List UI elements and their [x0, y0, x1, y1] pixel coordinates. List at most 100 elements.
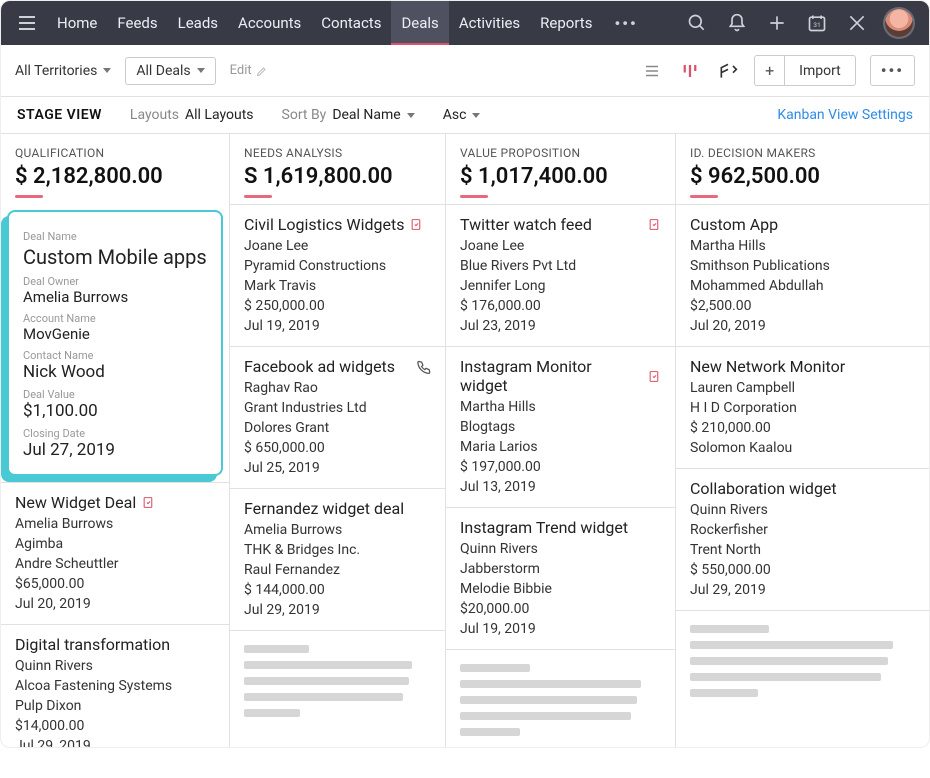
deal-card-line: Amelia Burrows: [244, 522, 431, 538]
nav-item-activities[interactable]: Activities: [449, 1, 530, 45]
loading-skeleton: [230, 630, 445, 739]
deal-card-line: Jul 19, 2019: [460, 621, 661, 637]
nav-item-leads[interactable]: Leads: [168, 1, 228, 45]
more-actions-button[interactable]: •••: [870, 55, 915, 86]
sortby-dropdown[interactable]: Sort By Deal Name: [282, 107, 415, 123]
deal-card-line: $ 176,000.00: [460, 298, 661, 314]
column-header: NEEDS ANALYSISS 1,619,800.00: [230, 134, 445, 204]
chevron-down-icon: [103, 68, 111, 73]
deal-card[interactable]: Facebook ad widgetsRaghav RaoGrant Indus…: [230, 346, 445, 488]
deal-card-line: Mohammed Abdullah: [690, 278, 915, 294]
list-view-icon[interactable]: [640, 59, 664, 83]
nav-item-deals[interactable]: Deals: [391, 1, 448, 45]
deal-card-line: $ 650,000.00: [244, 440, 431, 456]
deal-card-line: Martha Hills: [460, 399, 661, 415]
nav-item-accounts[interactable]: Accounts: [228, 1, 311, 45]
deal-card-line: Amelia Burrows: [15, 516, 215, 532]
deal-card-line: THK & Bridges Inc.: [244, 542, 431, 558]
stage-name: QUALIFICATION: [15, 146, 215, 160]
deal-card-line: $20,000.00: [460, 601, 661, 617]
top-navbar: HomeFeedsLeadsAccountsContactsDealsActiv…: [1, 1, 929, 45]
deal-card-line: $ 144,000.00: [244, 582, 431, 598]
deal-card-line: Quinn Rivers: [460, 541, 661, 557]
nav-item-reports[interactable]: Reports: [530, 1, 602, 45]
calendar-icon[interactable]: 31: [799, 5, 835, 41]
column-header: QUALIFICATION $ 2,182,800.00: [1, 134, 229, 204]
deal-card-line: $14,000.00: [15, 718, 215, 734]
kanban-settings-link[interactable]: Kanban View Settings: [777, 107, 913, 123]
nav-more-button[interactable]: •••: [606, 14, 645, 33]
kanban-column: VALUE PROPOSITION$ 1,017,400.00Twitter w…: [445, 134, 675, 747]
kanban-view-icon[interactable]: [678, 59, 702, 83]
deal-card-line: Jul 13, 2019: [460, 479, 661, 495]
deal-card[interactable]: New Widget Deal Amelia BurrowsAgimbaAndr…: [1, 482, 229, 624]
deal-card[interactable]: Digital transformation Quinn Rivers Alcoa …: [1, 624, 229, 747]
deal-card-line: Mark Travis: [244, 278, 431, 294]
edit-button[interactable]: Edit: [230, 63, 268, 78]
stage-amount: $ 2,182,800.00: [15, 164, 215, 189]
deal-card-line: Jul 20, 2019: [690, 318, 915, 334]
deal-card-line: Dolores Grant: [244, 420, 431, 436]
deal-title: Fernandez widget deal: [244, 499, 404, 518]
deal-card[interactable]: Collaboration widgetQuinn RiversRockerfi…: [676, 468, 929, 610]
nav-item-home[interactable]: Home: [47, 1, 107, 45]
sortdir-dropdown[interactable]: Asc: [443, 107, 481, 123]
search-icon[interactable]: [679, 5, 715, 41]
column-header: VALUE PROPOSITION$ 1,017,400.00: [446, 134, 675, 204]
toolbar: All Territories All Deals Edit + Import …: [1, 45, 929, 97]
subheader: STAGE VIEW Layouts All Layouts Sort By D…: [1, 97, 929, 133]
tools-icon[interactable]: [839, 5, 875, 41]
nav-item-feeds[interactable]: Feeds: [107, 1, 167, 45]
add-record-button[interactable]: +: [755, 56, 785, 85]
deal-card[interactable]: Instagram Monitor widgetMartha HillsBlog…: [446, 346, 675, 507]
deal-card-line: $ 210,000.00: [690, 420, 915, 436]
deal-card[interactable]: Instagram Trend widgetQuinn RiversJabber…: [446, 507, 675, 649]
deal-card-line: Melodie Bibbie: [460, 581, 661, 597]
chevron-down-icon: [197, 68, 205, 73]
deal-card[interactable]: Fernandez widget deal Amelia Burrows THK &…: [230, 488, 445, 630]
deal-card[interactable]: Custom AppMartha HillsSmithson Publicati…: [676, 204, 929, 346]
deal-card-line: $65,000.00: [15, 576, 215, 592]
import-button[interactable]: Import: [785, 58, 855, 84]
phone-icon: [416, 359, 431, 374]
deal-card-line: Jul 20, 2019: [15, 596, 215, 612]
deal-title: New Widget Deal: [15, 493, 136, 512]
hamburger-icon[interactable]: [11, 10, 43, 36]
view-dropdown[interactable]: All Deals: [125, 57, 215, 85]
deal-title: Custom App: [690, 215, 778, 234]
column-header: ID. DECISION MAKERS$ 962,500.00: [676, 134, 929, 204]
task-flag-icon: [142, 496, 155, 509]
deal-card[interactable]: Civil Logistics Widgets Joane LeePyramid…: [230, 204, 445, 346]
deal-card-line: Trent North: [690, 542, 915, 558]
deal-card-highlighted[interactable]: Deal NameCustom Mobile appsDeal OwnerAme…: [7, 210, 223, 476]
territory-dropdown[interactable]: All Territories: [15, 63, 111, 79]
bell-icon[interactable]: [719, 5, 755, 41]
task-flag-icon: [648, 218, 661, 231]
deal-card-line: Lauren Campbell: [690, 380, 915, 396]
loading-skeleton: [676, 610, 929, 719]
view-label: All Deals: [136, 63, 190, 79]
deal-card-line: Raghav Rao: [244, 380, 431, 396]
deal-card[interactable]: New Network MonitorLauren CampbellH I D …: [676, 346, 929, 468]
deal-title: Civil Logistics Widgets: [244, 215, 404, 234]
plus-icon[interactable]: [759, 5, 795, 41]
deal-card-line: Jul 19, 2019: [244, 318, 431, 334]
deal-title: Instagram Monitor widget: [460, 357, 642, 395]
canvas-view-icon[interactable]: [716, 59, 740, 83]
deal-card-line: $2,500.00: [690, 298, 915, 314]
deal-card-line: Quinn Rivers: [15, 658, 215, 674]
deal-card-line: Pulp Dixon: [15, 698, 215, 714]
deal-card-line: Alcoa Fastening Systems: [15, 678, 215, 694]
deal-card-line: $ 250,000.00: [244, 298, 431, 314]
deal-card-line: Jennifer Long: [460, 278, 661, 294]
deal-card-line: Jul 29, 2019: [15, 738, 215, 747]
deal-title: Digital transformation: [15, 635, 170, 654]
layouts-dropdown[interactable]: Layouts All Layouts: [130, 107, 254, 123]
deal-card-line: Grant Industries Ltd: [244, 400, 431, 416]
deal-card[interactable]: Twitter watch feedJoane LeeBlue Rivers P…: [446, 204, 675, 346]
nav-item-contacts[interactable]: Contacts: [311, 1, 391, 45]
deal-card-line: Raul Fernandez: [244, 562, 431, 578]
deal-title: Twitter watch feed: [460, 215, 592, 234]
deal-card-line: Jul 23, 2019: [460, 318, 661, 334]
user-avatar[interactable]: [885, 9, 913, 37]
